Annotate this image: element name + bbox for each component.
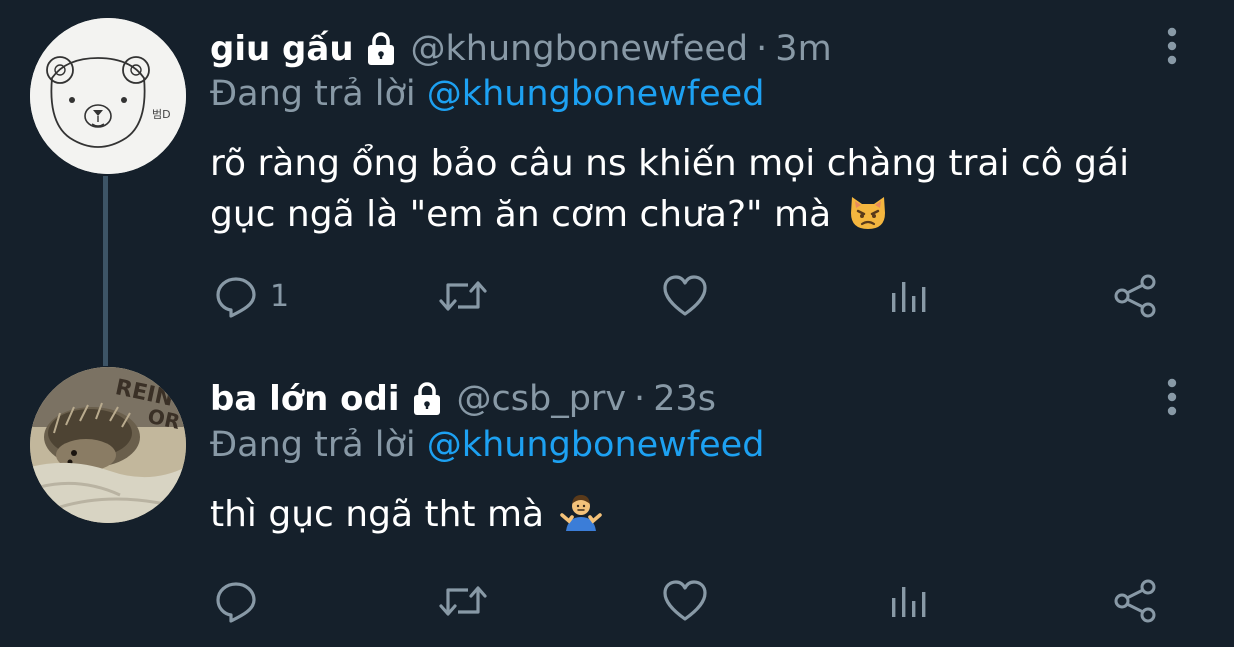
user-handle[interactable]: @khungbonewfeed (411, 29, 749, 69)
analytics-button[interactable] (888, 272, 932, 320)
replying-to: Đang trả lời @khungbonewfeed (210, 425, 764, 465)
reply-icon (214, 274, 258, 318)
heart-icon (662, 274, 708, 318)
share-icon (1112, 273, 1158, 319)
lock-icon (363, 31, 399, 67)
tweet-actions: 1 (0, 272, 1234, 320)
tweet-1[interactable]: 범D giu gấu @khungbonewfeed · 3m Đang trả… (0, 0, 1234, 345)
analytics-button[interactable] (888, 577, 932, 625)
analytics-icon (888, 579, 932, 623)
like-button[interactable] (662, 577, 708, 625)
analytics-icon (888, 274, 932, 318)
replying-to: Đang trả lời @khungbonewfeed (210, 74, 764, 114)
separator-dot: · (756, 29, 768, 69)
separator-dot: · (634, 379, 646, 419)
reply-count: 1 (270, 278, 290, 314)
mention-link[interactable]: @khungbonewfeed (427, 425, 765, 465)
heart-icon (662, 579, 708, 623)
person-shrugging-emoji (559, 491, 602, 533)
more-vertical-icon[interactable] (1162, 377, 1182, 417)
tweet-header: ba lớn odi @csb_prv · 23s (210, 376, 716, 422)
mention-link[interactable]: @khungbonewfeed (427, 74, 765, 114)
pouting-cat-emoji (847, 191, 889, 233)
share-button[interactable] (1112, 272, 1158, 320)
reply-icon (214, 579, 258, 623)
replying-to-label: Đang trả lời (210, 74, 416, 114)
svg-text:범D: 범D (152, 108, 171, 121)
tweet-text: thì gục ngã tht mà (210, 489, 1190, 540)
tweet-actions (0, 577, 1234, 625)
reply-button[interactable] (214, 577, 258, 625)
reply-thread: 범D giu gấu @khungbonewfeed · 3m Đang trả… (0, 0, 1234, 647)
display-name[interactable]: ba lớn odi (210, 379, 400, 419)
retweet-button[interactable] (438, 577, 488, 625)
timestamp[interactable]: 3m (775, 29, 831, 69)
more-vertical-icon[interactable] (1162, 26, 1182, 66)
retweet-button[interactable] (438, 272, 488, 320)
hedgehog-photo-avatar[interactable]: REIN OR (30, 367, 186, 523)
retweet-icon (438, 579, 488, 623)
bear-drawing-avatar[interactable]: 범D (30, 18, 186, 174)
reply-button[interactable]: 1 (214, 272, 289, 320)
user-handle[interactable]: @csb_prv (457, 379, 627, 419)
timestamp[interactable]: 23s (653, 379, 716, 419)
tweet-header: giu gấu @khungbonewfeed · 3m (210, 26, 832, 72)
share-button[interactable] (1112, 577, 1158, 625)
lock-icon (409, 381, 445, 417)
retweet-icon (438, 274, 488, 318)
like-button[interactable] (662, 272, 708, 320)
display-name[interactable]: giu gấu (210, 29, 354, 69)
share-icon (1112, 578, 1158, 624)
tweet-text-body: thì gục ngã tht mà (210, 494, 545, 535)
tweet-text-body: rõ ràng ổng bảo câu ns khiến mọi chàng t… (210, 143, 1130, 235)
replying-to-label: Đang trả lời (210, 425, 416, 465)
tweet-text: rõ ràng ổng bảo câu ns khiến mọi chàng t… (210, 138, 1190, 240)
tweet-2[interactable]: REIN OR ba lớn odi @csb_prv · 23s Đang t… (0, 345, 1234, 647)
